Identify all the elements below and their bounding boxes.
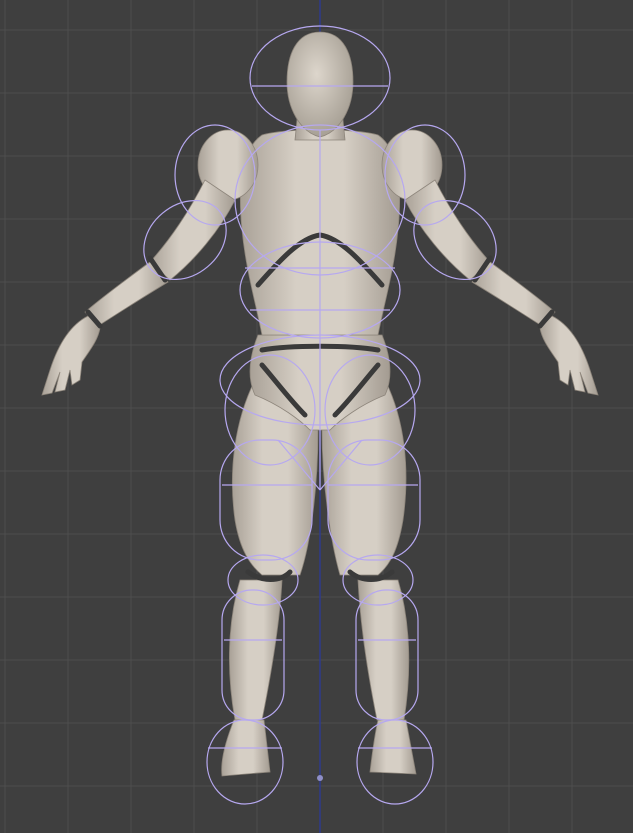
right-shin[interactable] xyxy=(357,579,410,721)
left-shin[interactable] xyxy=(229,579,283,721)
right-hand[interactable] xyxy=(539,315,599,396)
left-upper-arm[interactable] xyxy=(149,179,236,281)
right-upper-arm[interactable] xyxy=(404,179,491,281)
origin-marker[interactable] xyxy=(317,775,323,781)
viewport-canvas[interactable] xyxy=(0,0,633,833)
left-forearm[interactable] xyxy=(84,261,169,327)
right-forearm[interactable] xyxy=(471,261,556,327)
left-hand[interactable] xyxy=(41,315,101,396)
3d-viewport[interactable] xyxy=(0,0,633,833)
right-foot[interactable] xyxy=(369,719,417,775)
